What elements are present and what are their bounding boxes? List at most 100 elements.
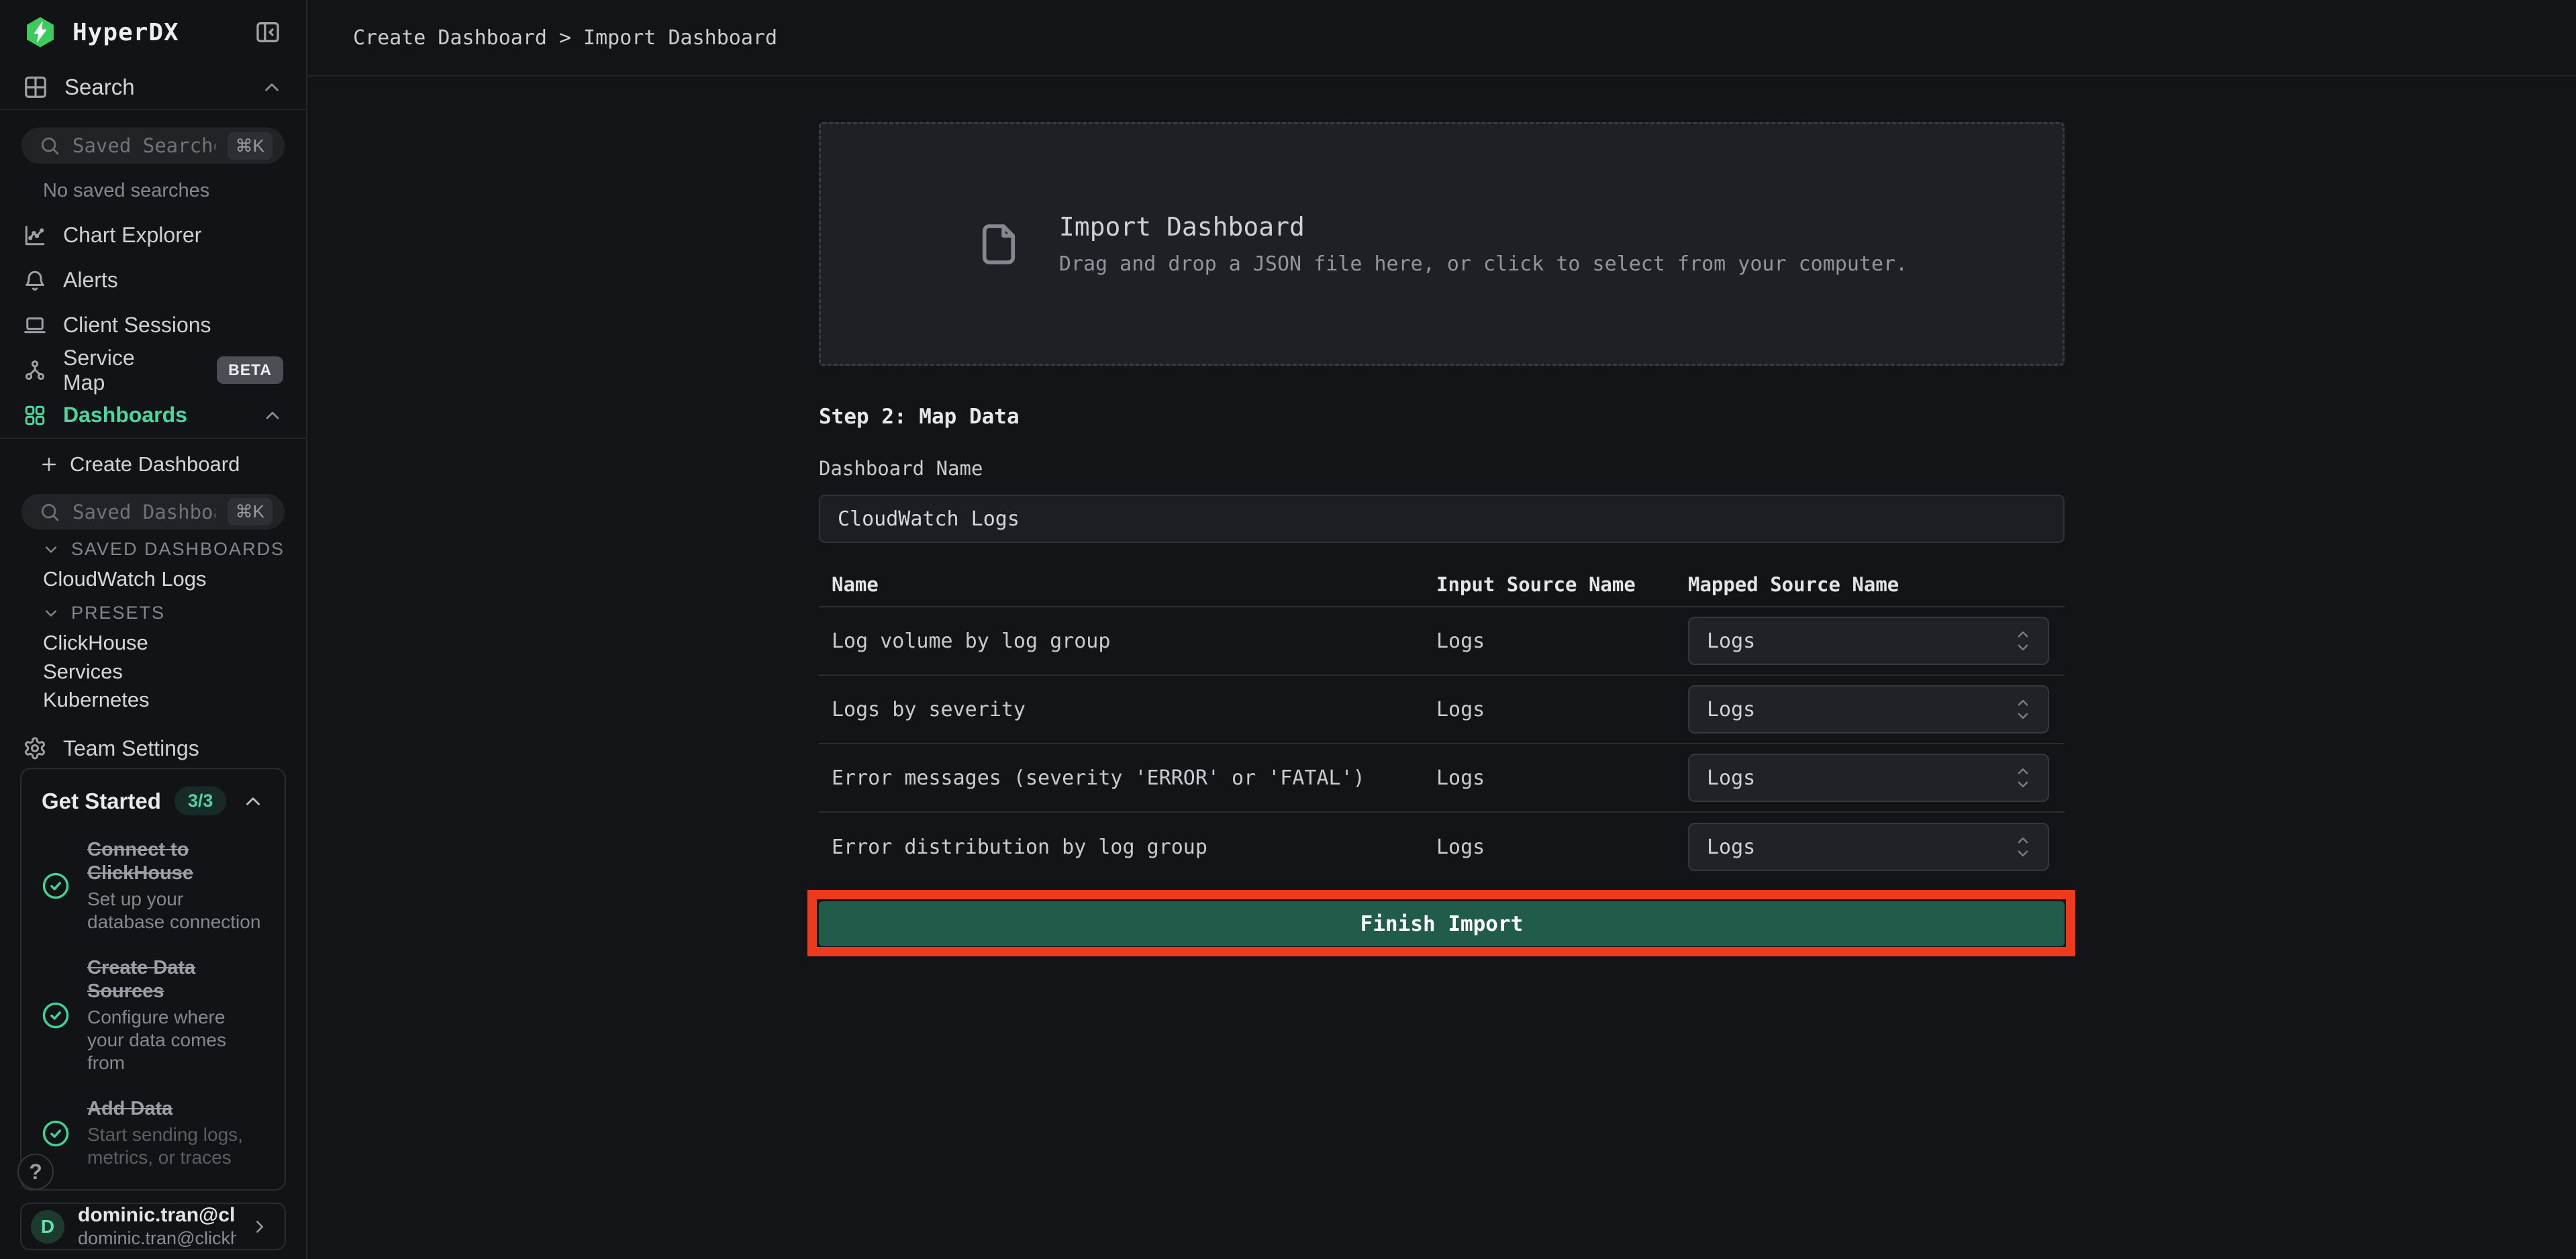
chart-name: Error distribution by log group	[819, 836, 1436, 859]
group-saved-dashboards[interactable]: SAVED DASHBOARDS	[0, 534, 306, 565]
selected-source: Logs	[1707, 836, 1755, 859]
shortcut-badge: ⌘K	[228, 498, 273, 525]
column-header-name: Name	[819, 573, 1436, 596]
step-title: Add Data	[87, 1097, 264, 1121]
sidebar-item-label: Client Sessions	[63, 313, 211, 338]
selected-source: Logs	[1707, 698, 1755, 721]
breadcrumb: Create Dashboard > Import Dashboard	[307, 0, 2576, 77]
shortcut-badge: ⌘K	[228, 132, 273, 160]
json-dropzone[interactable]: Import Dashboard Drag and drop a JSON fi…	[819, 122, 2065, 366]
search-icon	[39, 501, 60, 523]
get-started-title: Get Started	[42, 789, 161, 814]
mapped-source-select[interactable]: Logs	[1688, 823, 2049, 871]
input-source-name: Logs	[1436, 630, 1688, 653]
finish-import-button[interactable]: Finish Import	[819, 901, 2065, 946]
breadcrumb-separator: >	[559, 26, 571, 50]
get-started-step-sources[interactable]: Create Data Sources Configure where your…	[36, 956, 270, 1074]
column-header-mapped-source: Mapped Source Name	[1688, 573, 2065, 596]
preset-link-kubernetes[interactable]: Kubernetes	[0, 686, 306, 714]
mapped-source-select[interactable]: Logs	[1688, 617, 2049, 665]
collapse-sidebar-icon[interactable]	[252, 17, 283, 48]
check-circle-icon	[42, 872, 70, 900]
laptop-icon	[23, 313, 47, 338]
table-row: Error distribution by log group Logs Log…	[819, 813, 2065, 881]
input-source-name: Logs	[1436, 836, 1688, 859]
user-account-button[interactable]: D dominic.tran@clic... dominic.tran@clic…	[20, 1203, 286, 1250]
sidebar-item-label: Alerts	[63, 268, 118, 293]
beta-badge: BETA	[217, 356, 283, 384]
create-dashboard-button[interactable]: Create Dashboard	[0, 447, 306, 482]
select-chevrons-icon	[2013, 626, 2033, 656]
service-map-icon	[23, 358, 47, 383]
step-title: Connect to ClickHouse	[87, 838, 264, 885]
step-desc: Start sending logs, metrics, or traces	[87, 1123, 264, 1169]
chart-name: Log volume by log group	[819, 630, 1436, 653]
sidebar-section-search[interactable]: Search	[0, 65, 306, 111]
dashboard-link-cloudwatch-logs[interactable]: CloudWatch Logs	[0, 565, 306, 593]
table-row: Error messages (severity 'ERROR' or 'FAT…	[819, 744, 2065, 813]
bell-icon	[23, 268, 47, 293]
selected-source: Logs	[1707, 766, 1755, 790]
get-started-progress-badge: 3/3	[175, 787, 227, 815]
get-started-step-add-data[interactable]: Add Data Start sending logs, metrics, or…	[36, 1097, 270, 1169]
saved-searches-input[interactable]: Saved Searches ⌘K	[21, 128, 285, 164]
sidebar-item-team-settings[interactable]: Team Settings	[0, 729, 306, 768]
chevron-right-icon	[250, 1217, 270, 1237]
search-icon	[39, 135, 60, 156]
plus-icon	[39, 454, 59, 474]
sidebar: HyperDX Search Saved Searches ⌘K No save…	[0, 0, 307, 1259]
saved-dashboards-input[interactable]: Saved Dashboards ⌘K	[21, 494, 285, 530]
chevron-down-icon	[42, 540, 60, 559]
select-chevrons-icon	[2013, 695, 2033, 724]
preset-link-services[interactable]: Services	[0, 657, 306, 685]
input-source-name: Logs	[1436, 766, 1688, 790]
sidebar-item-alerts[interactable]: Alerts	[0, 258, 306, 303]
table-header: Name Input Source Name Mapped Source Nam…	[819, 563, 2065, 607]
group-presets[interactable]: PRESETS	[0, 597, 306, 629]
breadcrumb-import-dashboard[interactable]: Import Dashboard	[583, 26, 777, 50]
sidebar-item-dashboards[interactable]: Dashboards	[0, 393, 306, 438]
sidebar-item-client-sessions[interactable]: Client Sessions	[0, 303, 306, 348]
chart-name: Error messages (severity 'ERROR' or 'FAT…	[819, 766, 1436, 790]
select-chevrons-icon	[2013, 832, 2033, 862]
line-chart-icon	[23, 223, 47, 248]
user-email: dominic.tran@clickh...	[78, 1228, 236, 1249]
get-started-step-connect[interactable]: Connect to ClickHouse Set up your databa…	[36, 838, 270, 934]
finish-import-container: Finish Import	[819, 901, 2065, 946]
file-icon	[976, 215, 1022, 274]
dashboard-name-label: Dashboard Name	[819, 457, 2065, 480]
hyperdx-logo-icon	[23, 15, 58, 50]
group-title: PRESETS	[71, 603, 165, 623]
dashboards-grid-icon	[23, 403, 47, 427]
create-dashboard-label: Create Dashboard	[70, 452, 240, 476]
avatar: D	[31, 1210, 64, 1244]
dropzone-subtitle: Drag and drop a JSON file here, or click…	[1059, 252, 1908, 276]
sidebar-item-label: Dashboards	[63, 403, 187, 427]
table-grid-icon	[23, 74, 48, 100]
step-title: Create Data Sources	[87, 956, 264, 1003]
help-button[interactable]: ?	[17, 1154, 54, 1190]
sidebar-item-label: Chart Explorer	[63, 223, 201, 248]
check-circle-icon	[42, 1001, 70, 1029]
chevron-up-icon	[242, 790, 264, 813]
sidebar-item-chart-explorer[interactable]: Chart Explorer	[0, 213, 306, 258]
sidebar-nav: Chart Explorer Alerts Client Sessions Se…	[0, 213, 306, 438]
import-form: Import Dashboard Drag and drop a JSON fi…	[819, 122, 2065, 946]
breadcrumb-create-dashboard[interactable]: Create Dashboard	[353, 26, 547, 50]
mapped-source-select[interactable]: Logs	[1688, 754, 2049, 802]
sidebar-item-service-map[interactable]: Service Map BETA	[0, 348, 306, 393]
dashboard-name-input[interactable]	[819, 495, 2065, 543]
mapped-source-select[interactable]: Logs	[1688, 685, 2049, 734]
user-name: dominic.tran@clic...	[78, 1204, 236, 1227]
search-section-label: Search	[64, 74, 244, 100]
no-saved-searches-text: No saved searches	[43, 180, 306, 202]
sidebar-item-label: Service Map	[63, 346, 178, 395]
app-title: HyperDX	[72, 19, 238, 46]
group-title: SAVED DASHBOARDS	[71, 539, 285, 560]
select-chevrons-icon	[2013, 763, 2033, 793]
preset-link-clickhouse[interactable]: ClickHouse	[0, 629, 306, 657]
get-started-header[interactable]: Get Started 3/3	[36, 787, 270, 815]
chevron-up-icon	[260, 76, 283, 99]
main-area: Create Dashboard > Import Dashboard Impo…	[307, 0, 2576, 1259]
saved-dashboards-placeholder: Saved Dashboards	[72, 501, 215, 523]
